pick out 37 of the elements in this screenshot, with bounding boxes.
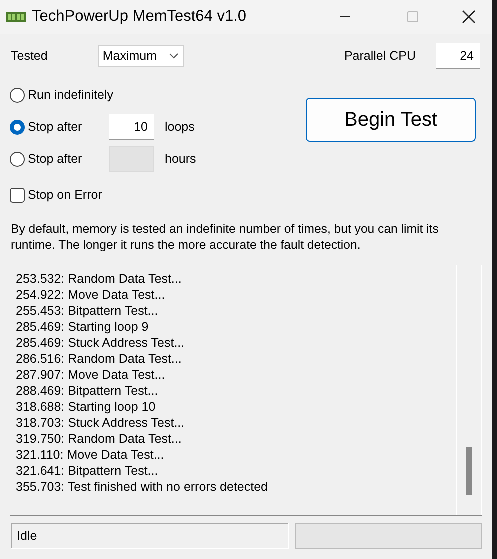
log-line: 318.688: Starting loop 10	[16, 399, 157, 415]
option-label: Stop after	[28, 120, 84, 134]
tested-label: Tested	[11, 49, 48, 63]
log-line: 355.703: Test finished with no errors detected	[16, 479, 270, 495]
radio-button[interactable]	[10, 88, 25, 102]
parallel-cpu-label: Parallel CPU	[344, 49, 416, 63]
log-line: 254.922: Move Data Test...	[16, 287, 166, 303]
log-line: 321.110: Move Data Test...	[16, 447, 166, 463]
checkbox[interactable]	[10, 188, 25, 202]
unit-label: hours	[165, 152, 196, 166]
close-icon	[462, 10, 476, 24]
log-line: 318.703: Stuck Address Test...	[16, 415, 186, 431]
log-line: 319.750: Random Data Test...	[16, 431, 183, 447]
number-field[interactable]: 10	[109, 114, 154, 140]
description-text: By default, memory is tested an indefinite number of times, but you can limit its runtime. The longer it runs the more accurate the fault detection.	[10, 221, 440, 253]
log-line: 285.469: Stuck Address Test...	[16, 335, 186, 351]
status-text: Idle	[11, 523, 289, 549]
checkbox-label: Stop on Error	[28, 188, 102, 202]
log-line: 285.469: Starting loop 9	[16, 319, 150, 335]
scrollbar-thumb[interactable]	[466, 447, 472, 495]
log-line: 253.532: Random Data Test...	[16, 271, 183, 287]
parallel-cpu-field[interactable]: 24	[436, 43, 480, 69]
option-label: Run indefinitely	[28, 88, 114, 102]
option-label: Stop after	[28, 152, 84, 166]
chevron-down-icon	[169, 53, 180, 59]
log-line: 286.516: Random Data Test...	[16, 351, 183, 367]
begin-test-button[interactable]: Begin Test	[306, 98, 476, 142]
unit-label: loops	[165, 120, 195, 134]
memory-icon	[6, 10, 26, 24]
radio-button[interactable]	[10, 120, 25, 134]
log-line: 288.469: Bitpattern Test...	[16, 383, 160, 399]
tested-dropdown[interactable]: Maximum	[98, 45, 184, 67]
log-line: 321.641: Bitpattern Test...	[16, 463, 160, 479]
window-title: TechPowerUp MemTest64 v1.0	[32, 8, 248, 26]
log-line: 287.907: Move Data Test...	[16, 367, 166, 383]
log-line: 255.453: Bitpattern Test...	[16, 303, 160, 319]
maximize-icon	[407, 11, 419, 23]
